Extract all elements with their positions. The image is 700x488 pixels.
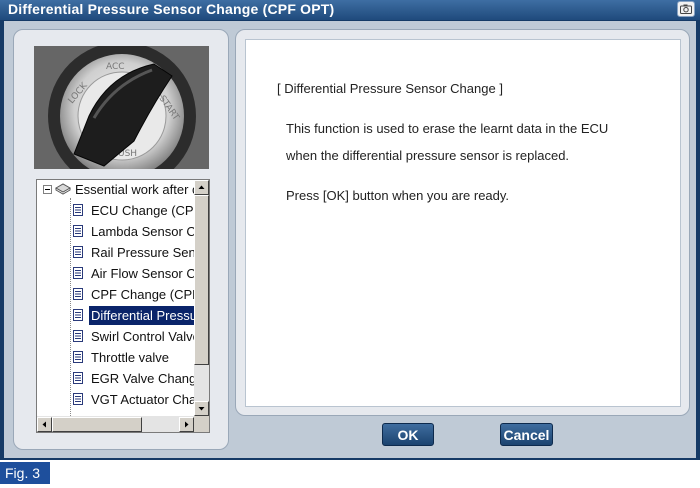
- message-heading: [ Differential Pressure Sensor Change ]: [277, 81, 503, 96]
- camera-icon: [680, 4, 692, 14]
- dialog-body: LOCK ACC START USH Essential work after …: [4, 21, 696, 458]
- ignition-key-image: LOCK ACC START USH: [34, 46, 209, 169]
- scroll-left-button[interactable]: [37, 417, 52, 432]
- tree-item-label: VGT Actuator Cha: [91, 392, 197, 407]
- document-icon: [73, 351, 83, 363]
- work-tree[interactable]: Essential work after c ECU Change (CPF L…: [36, 179, 210, 433]
- document-icon: [73, 309, 83, 321]
- document-icon: [73, 393, 83, 405]
- arrow-right-icon: [185, 421, 189, 428]
- right-panel: [ Differential Pressure Sensor Change ] …: [235, 29, 690, 416]
- tree-item-label: EGR Valve Chang: [91, 371, 197, 386]
- arrow-down-icon: [198, 407, 205, 411]
- message-line-3: Press [OK] button when you are ready.: [286, 188, 510, 203]
- message-line-1: This function is used to erase the learn…: [286, 121, 609, 136]
- scroll-down-button[interactable]: [194, 401, 209, 416]
- horizontal-scroll-thumb[interactable]: [52, 417, 142, 432]
- dialog-window: Differential Pressure Sensor Change (CPF…: [0, 0, 700, 460]
- tree-item-label: Lambda Sensor C: [91, 224, 196, 239]
- scrollbar-corner: [194, 416, 209, 432]
- tree-item-label: Throttle valve: [91, 350, 170, 365]
- svg-text:ACC: ACC: [106, 62, 125, 72]
- document-icon: [73, 372, 83, 384]
- arrow-up-icon: [198, 185, 205, 189]
- tree-root-label: Essential work after c: [75, 182, 199, 197]
- document-icon: [73, 204, 83, 216]
- vertical-scroll-thumb[interactable]: [194, 195, 209, 365]
- horizontal-scrollbar[interactable]: [37, 416, 209, 432]
- book-icon: [55, 183, 71, 195]
- document-icon: [73, 246, 83, 258]
- title-bar: Differential Pressure Sensor Change (CPF…: [0, 0, 700, 20]
- screenshot-button[interactable]: [677, 1, 695, 17]
- message-line-2: when the differential pressure sensor is…: [286, 148, 570, 163]
- tree-item-label: ECU Change (CPF: [91, 203, 202, 218]
- window-title: Differential Pressure Sensor Change (CPF…: [8, 1, 335, 17]
- collapse-icon[interactable]: [43, 185, 52, 194]
- document-icon: [73, 225, 83, 237]
- scroll-up-button[interactable]: [194, 180, 209, 195]
- document-icon: [73, 330, 83, 342]
- vertical-scrollbar[interactable]: [194, 180, 209, 416]
- left-panel: LOCK ACC START USH Essential work after …: [13, 29, 229, 450]
- ok-button[interactable]: OK: [382, 423, 434, 446]
- scroll-right-button[interactable]: [179, 417, 194, 432]
- tree-item-label: Swirl Control Valve: [91, 329, 200, 344]
- message-area: [ Differential Pressure Sensor Change ] …: [245, 39, 681, 407]
- tree-item-label: Differential Pressu: [89, 306, 199, 325]
- cancel-button[interactable]: Cancel: [500, 423, 553, 446]
- document-icon: [73, 288, 83, 300]
- tree-connector: [70, 198, 72, 418]
- tree-item-label: Air Flow Sensor C: [91, 266, 196, 281]
- document-icon: [73, 267, 83, 279]
- tree-item-label: Rail Pressure Sen: [91, 245, 196, 260]
- arrow-left-icon: [42, 421, 46, 428]
- figure-label: Fig. 3: [0, 462, 50, 484]
- tree-item-label: CPF Change (CPF: [91, 287, 201, 302]
